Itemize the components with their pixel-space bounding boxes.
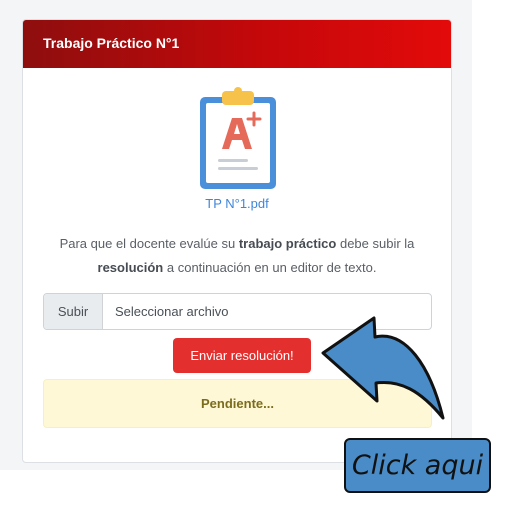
submit-resolution-button[interactable]: Enviar resolución! (173, 338, 311, 373)
file-upload-group: Subir Seleccionar archivo (43, 293, 432, 330)
file-select-field[interactable]: Seleccionar archivo (103, 294, 431, 329)
click-here-label: Click aqui (344, 438, 491, 493)
card-header: Trabajo Práctico N°1 (23, 20, 451, 68)
assignment-card: Trabajo Práctico N°1 TP N°1.pdf Para que… (22, 19, 452, 463)
status-pending-alert: Pendiente... (43, 379, 432, 428)
card-title: Trabajo Práctico N°1 (43, 35, 180, 51)
clipboard-grade-a-icon[interactable] (198, 87, 278, 191)
bold-trabajo: trabajo práctico (238, 236, 337, 251)
instructions-text: Para que el docente evalúe su trabajo pr… (59, 236, 415, 275)
upload-button[interactable]: Subir (44, 294, 103, 329)
bold-resolucion: resolución (97, 260, 164, 275)
file-link[interactable]: TP N°1.pdf (23, 196, 451, 211)
